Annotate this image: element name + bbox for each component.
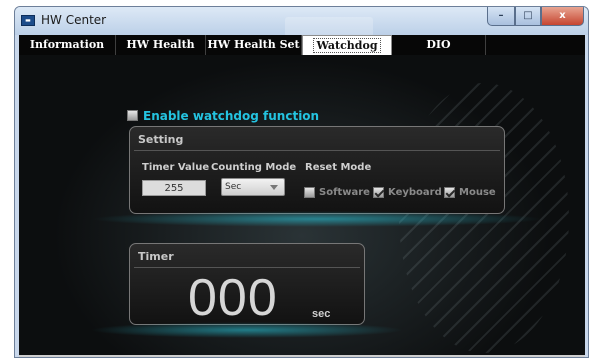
timer-panel: Timer 000 sec: [90, 243, 404, 338]
tab-hw-health-set[interactable]: HW Health Set: [206, 35, 302, 55]
counting-mode-select[interactable]: Sec: [221, 178, 285, 196]
setting-divider: [134, 150, 500, 151]
title-bar[interactable]: ▬ HW Center – □ x: [15, 7, 588, 37]
tab-information[interactable]: Information: [19, 35, 116, 55]
timer-divider: [134, 267, 360, 268]
reset-mode-header: Reset Mode: [305, 162, 372, 173]
maximize-button[interactable]: □: [515, 7, 541, 26]
minimize-button[interactable]: –: [487, 7, 515, 26]
tab-hw-health[interactable]: HW Health: [116, 35, 206, 55]
tab-dio[interactable]: DIO: [392, 35, 486, 55]
reset-mouse-checkbox[interactable]: [444, 187, 455, 198]
enable-watchdog-checkbox[interactable]: [127, 110, 138, 121]
chevron-down-icon: [270, 185, 278, 190]
counting-mode-value: Sec: [225, 182, 242, 192]
background-ghost-tab: [285, 17, 373, 37]
reset-keyboard-option[interactable]: Keyboard: [373, 182, 442, 198]
window-title: HW Center: [41, 13, 107, 27]
timer-countdown-display: 000: [188, 269, 278, 327]
enable-watchdog-label: Enable watchdog function: [143, 108, 320, 123]
setting-title: Setting: [138, 133, 184, 146]
reset-mouse-label: Mouse: [459, 187, 496, 198]
reset-mouse-option[interactable]: Mouse: [444, 182, 496, 198]
tab-bar: Information HW Health HW Health Set Watc…: [19, 35, 585, 55]
setting-panel: Setting Timer Value Counting Mode Reset …: [90, 126, 544, 227]
timer-title: Timer: [138, 250, 174, 263]
tab-watchdog[interactable]: Watchdog: [302, 35, 392, 55]
timer-value-header: Timer Value: [142, 162, 210, 173]
reset-software-option[interactable]: Software: [304, 182, 370, 198]
hw-center-window: ▬ HW Center – □ x Information HW Health …: [14, 6, 589, 358]
enable-watchdog-row[interactable]: Enable watchdog function: [127, 105, 320, 123]
counting-mode-header: Counting Mode: [211, 162, 297, 173]
reset-software-label: Software: [319, 187, 370, 198]
client-area: Information HW Health HW Health Set Watc…: [19, 35, 585, 357]
reset-software-checkbox[interactable]: [304, 187, 315, 198]
close-button[interactable]: x: [541, 7, 584, 26]
reset-keyboard-label: Keyboard: [388, 187, 442, 198]
tab-watchdog-label: Watchdog: [313, 38, 381, 53]
timer-unit-label: sec: [312, 308, 331, 320]
reset-keyboard-checkbox[interactable]: [373, 187, 384, 198]
app-icon: ▬: [21, 15, 35, 26]
timer-value-input[interactable]: 255: [142, 180, 206, 196]
status-bar: [19, 355, 585, 357]
